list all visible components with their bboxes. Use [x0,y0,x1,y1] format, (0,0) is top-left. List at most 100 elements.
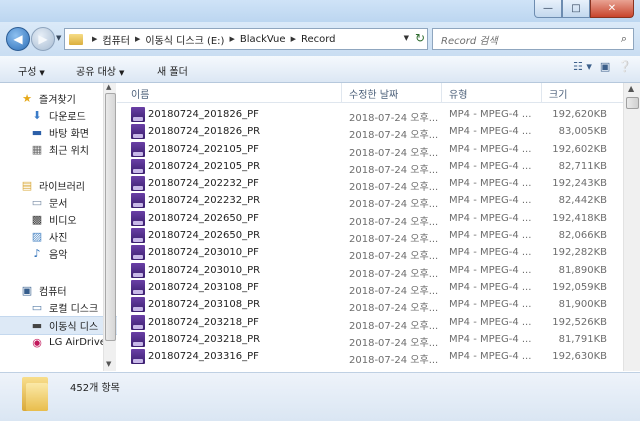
file-row[interactable]: 20180724_201826_PR 2018-07-24 오후... MP4 - … [117,123,623,141]
file-date: 2018-07-24 오후... [349,234,439,246]
column-date-modified[interactable]: 수정한 날짜 [349,86,398,101]
share-label: 공유 대상 [76,67,116,78]
video-file-icon [131,141,145,157]
file-name: 20180724_203316_PF [148,351,259,363]
file-date: 2018-07-24 오후... [349,355,439,367]
view-options-icon[interactable]: ☷ ▾ [573,60,592,73]
maximize-button[interactable]: □ [562,0,590,18]
video-icon: ▩ [31,213,43,226]
search-input[interactable]: Record 검색 [433,32,615,47]
address-bar[interactable]: ▶ 컴퓨터 ▶ 이동식 디스크 (E:) ▶ BlackVue ▶ Record… [64,28,428,50]
breadcrumb-record[interactable]: Record [301,34,336,45]
file-size: 192,602KB [552,143,607,155]
file-type: MP4 - MPEG-4 ... [449,299,532,311]
desktop-icon: ▬ [31,126,43,139]
sidebar-item-label: 음악 [49,250,68,261]
breadcrumb-separator[interactable]: ▶ [229,35,234,43]
file-row[interactable]: 20180724_202232_PF 2018-07-24 오후... MP4 - … [117,175,623,193]
file-row[interactable]: 20180724_202650_PF 2018-07-24 오후... MP4 - … [117,210,623,228]
breadcrumb-removable-disk[interactable]: 이동식 디스크 (E:) [145,32,224,47]
file-list-scrollbar[interactable]: ▲ [623,83,640,371]
file-type: MP4 - MPEG-4 ... [449,247,532,259]
music-icon: ♪ [33,247,41,260]
video-file-icon [131,297,145,313]
library-icon: ▤ [21,179,33,192]
back-button[interactable]: ◀ [6,27,30,51]
new-folder-button[interactable]: 새 폴더 [157,63,188,78]
forward-button[interactable]: ▶ [31,27,55,51]
breadcrumb-blackvue[interactable]: BlackVue [240,34,286,45]
navigation-pane-scrollbar[interactable]: ▲ ▼ [103,83,116,371]
title-bar: — □ ✕ [0,0,640,22]
file-date: 2018-07-24 오후... [349,303,439,315]
file-row[interactable]: 20180724_202105_PF 2018-07-24 오후... MP4 - … [117,141,623,159]
scrollbar-thumb[interactable] [626,97,639,109]
file-size: 192,526KB [552,316,607,328]
file-name: 20180724_202650_PR [148,230,261,242]
breadcrumb-computer[interactable]: 컴퓨터 [102,32,130,47]
file-date: 2018-07-24 오후... [349,164,439,176]
address-dropdown-icon[interactable]: ▼ [404,34,409,42]
column-type[interactable]: 유형 [449,86,467,101]
sidebar-item-label: 컴퓨터 [39,287,67,298]
breadcrumb-separator[interactable]: ▶ [135,35,140,43]
file-row[interactable]: 20180724_203010_PF 2018-07-24 오후... MP4 - … [117,244,623,262]
file-row[interactable]: 20180724_203218_PF 2018-07-24 오후... MP4 - … [117,314,623,332]
scroll-up-icon[interactable]: ▲ [628,84,634,93]
scroll-up-icon[interactable]: ▲ [106,83,111,91]
file-name: 20180724_202232_PR [148,195,261,207]
sidebar-item-label: 문서 [49,199,68,210]
sidebar-item-label: 다운로드 [49,112,86,123]
file-row[interactable]: 20180724_203010_PR 2018-07-24 오후... MP4 - … [117,262,623,280]
file-size: 83,005KB [558,126,607,138]
file-name: 20180724_201826_PF [148,109,259,120]
share-button[interactable]: 공유 대상 ▼ [76,63,124,78]
video-file-icon [131,158,145,174]
sidebar-item-label: 최근 위치 [49,146,89,157]
video-file-icon [131,193,145,209]
file-row[interactable]: 20180724_202105_PR 2018-07-24 오후... MP4 - … [117,158,623,176]
file-row[interactable]: 20180724_201826_PF 2018-07-24 오후... MP4 - … [117,106,623,124]
refresh-icon[interactable]: ↻ [415,31,425,45]
search-box[interactable]: Record 검색 ⌕ [432,28,634,50]
file-name: 20180724_203218_PF [148,316,259,328]
file-name: 20180724_203010_PR [148,264,261,276]
video-file-icon [131,314,145,330]
file-row[interactable]: 20180724_203316_PF 2018-07-24 오후... MP4 - … [117,348,623,367]
column-divider[interactable] [341,83,342,102]
file-row[interactable]: 20180724_202232_PR 2018-07-24 오후... MP4 - … [117,192,623,211]
recent-pages-dropdown[interactable]: ▼ [56,34,61,42]
file-row[interactable]: 20180724_203108_PF 2018-07-24 오후... MP4 - … [117,279,623,297]
file-date: 2018-07-24 오후... [349,147,439,159]
file-date: 2018-07-24 오후... [349,199,439,211]
scrollbar-thumb[interactable] [105,93,116,341]
video-file-icon [131,176,145,192]
column-divider[interactable] [541,83,542,102]
close-button[interactable]: ✕ [590,0,634,18]
breadcrumb-separator[interactable]: ▶ [92,35,97,43]
file-date: 2018-07-24 오후... [349,285,439,297]
help-icon[interactable]: ❔ [618,60,632,73]
preview-pane-icon[interactable]: ▣ [600,60,610,73]
file-row[interactable]: 20180724_203108_PR 2018-07-24 오후... MP4 - … [117,296,623,315]
file-size: 192,059KB [552,281,607,293]
column-size[interactable]: 크기 [549,86,567,101]
minimize-button[interactable]: — [534,0,562,18]
chevron-down-icon: ▼ [118,69,125,77]
documents-icon: ▭ [31,196,43,209]
column-name[interactable]: 이름 [131,86,149,101]
file-row[interactable]: 20180724_203218_PR 2018-07-24 오후... MP4 - … [117,331,623,349]
file-size: 192,282KB [552,247,607,259]
scroll-down-icon[interactable]: ▼ [106,360,111,368]
file-row[interactable]: 20180724_202650_PR 2018-07-24 오후... MP4 - … [117,227,623,246]
file-list: ^ 이름 수정한 날짜 유형 크기 20180724_201826_PF 2018… [117,83,623,371]
organize-button[interactable]: 구성 ▼ [18,63,45,78]
file-size: 192,418KB [552,212,607,224]
file-size: 81,791KB [558,333,607,345]
file-type: MP4 - MPEG-4 ... [449,333,532,345]
search-icon[interactable]: ⌕ [615,32,633,46]
window-controls: — □ ✕ [534,0,634,18]
file-type: MP4 - MPEG-4 ... [449,109,532,120]
breadcrumb-separator[interactable]: ▶ [291,35,296,43]
column-divider[interactable] [441,83,442,102]
